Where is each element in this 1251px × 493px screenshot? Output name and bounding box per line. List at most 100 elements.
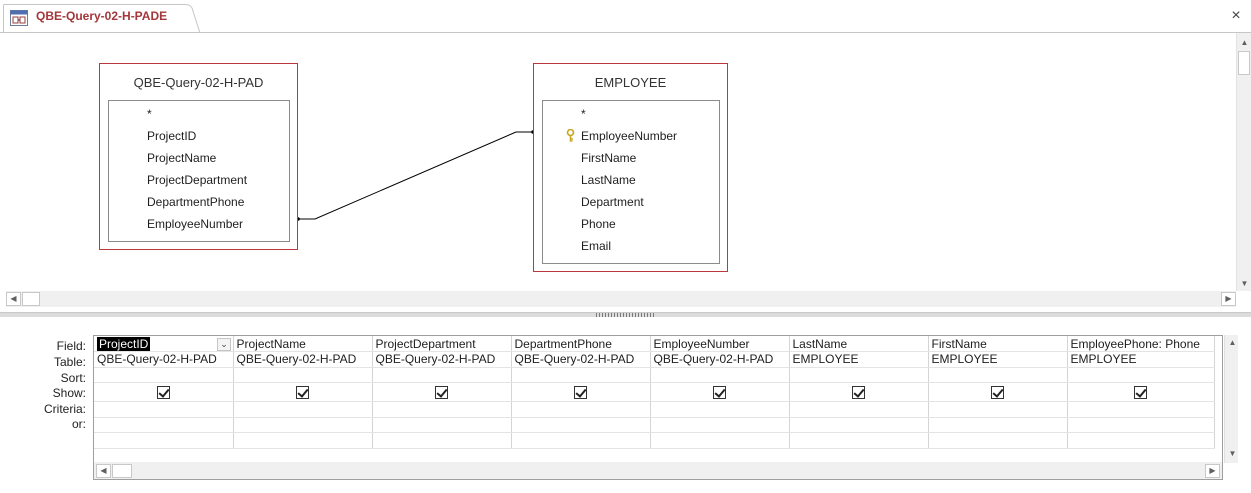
grid-cell-table[interactable]: QBE-Query-02-H-PAD bbox=[511, 351, 651, 368]
show-checkbox[interactable] bbox=[991, 386, 1004, 400]
row-label-or: or: bbox=[71, 417, 86, 431]
grid-cell-criteria[interactable] bbox=[372, 401, 512, 418]
grid-cell-or[interactable] bbox=[94, 417, 234, 434]
field-item[interactable]: ProjectName bbox=[147, 151, 216, 165]
chevron-down-icon[interactable]: ⌄ bbox=[217, 338, 231, 351]
grid-cell-blank[interactable] bbox=[94, 432, 234, 450]
pane-splitter[interactable] bbox=[0, 312, 1251, 317]
grid-vertical-scrollbar[interactable]: ▲ ▼ bbox=[1224, 335, 1238, 463]
scroll-up-icon[interactable]: ▲ bbox=[1225, 335, 1240, 350]
grid-row-criteria bbox=[94, 401, 1215, 418]
grid-cell-table[interactable]: EMPLOYEE bbox=[1067, 351, 1215, 368]
field-item[interactable]: * bbox=[147, 107, 152, 121]
scroll-right-icon[interactable]: ▶ bbox=[1221, 292, 1236, 306]
grid-cell-field[interactable]: ProjectName bbox=[233, 336, 373, 353]
scroll-up-icon[interactable]: ▲ bbox=[1237, 35, 1251, 50]
design-pane-vertical-scrollbar[interactable]: ▲ ▼ bbox=[1236, 33, 1251, 291]
grid-cell-blank[interactable] bbox=[1067, 432, 1215, 450]
grid-cell-criteria[interactable] bbox=[94, 401, 234, 418]
grid-cell-blank[interactable] bbox=[928, 432, 1068, 450]
grid-cell-table[interactable]: QBE-Query-02-H-PAD bbox=[650, 351, 790, 368]
scroll-right-icon[interactable]: ▶ bbox=[1205, 464, 1220, 478]
grid-cell-field[interactable]: EmployeeNumber bbox=[650, 336, 790, 353]
query-design-grid[interactable]: ProjectID ⌄ ProjectName ProjectDepartment… bbox=[93, 335, 1223, 463]
show-checkbox[interactable] bbox=[852, 386, 865, 400]
grid-cell-or[interactable] bbox=[928, 417, 1068, 434]
scroll-thumb[interactable] bbox=[1238, 51, 1250, 75]
grid-cell-sort[interactable] bbox=[650, 367, 790, 384]
grid-cell-table[interactable]: QBE-Query-02-H-PAD bbox=[372, 351, 512, 368]
grid-cell-criteria[interactable] bbox=[1067, 401, 1215, 418]
grid-row-sort bbox=[94, 367, 1215, 384]
field-item[interactable]: FirstName bbox=[581, 151, 636, 165]
grid-cell-field[interactable]: ProjectDepartment bbox=[372, 336, 512, 353]
field-item[interactable]: DepartmentPhone bbox=[147, 195, 244, 209]
field-item[interactable]: EmployeeNumber bbox=[581, 129, 677, 143]
grid-cell-sort[interactable] bbox=[233, 367, 373, 384]
grid-cell-field[interactable]: LastName bbox=[789, 336, 929, 353]
grid-cell-or[interactable] bbox=[233, 417, 373, 434]
scroll-left-icon[interactable]: ◀ bbox=[6, 292, 21, 306]
grid-cell-field[interactable]: ProjectID ⌄ bbox=[94, 336, 234, 353]
field-list-employee[interactable]: EMPLOYEE * EmployeeNumber FirstName Last… bbox=[533, 63, 728, 272]
scroll-thumb[interactable] bbox=[22, 292, 40, 306]
grid-cell-show bbox=[372, 382, 512, 403]
show-checkbox[interactable] bbox=[713, 386, 726, 400]
grid-cell-table[interactable]: EMPLOYEE bbox=[789, 351, 929, 368]
show-checkbox[interactable] bbox=[1134, 386, 1147, 400]
grid-cell-or[interactable] bbox=[789, 417, 929, 434]
field-value[interactable]: ProjectID bbox=[97, 336, 151, 351]
scroll-down-icon[interactable]: ▼ bbox=[1237, 276, 1251, 291]
show-checkbox[interactable] bbox=[435, 386, 448, 400]
grid-cell-blank[interactable] bbox=[511, 432, 651, 450]
grid-cell-blank[interactable] bbox=[650, 432, 790, 450]
grid-cell-criteria[interactable] bbox=[233, 401, 373, 418]
table-design-pane[interactable]: QBE-Query-02-H-PAD * ProjectID ProjectNa… bbox=[0, 33, 1236, 291]
field-item[interactable]: EmployeeNumber bbox=[147, 217, 243, 231]
show-checkbox[interactable] bbox=[574, 386, 587, 400]
field-item[interactable]: Department bbox=[581, 195, 644, 209]
splitter-grip-icon[interactable] bbox=[596, 313, 654, 317]
grid-cell-criteria[interactable] bbox=[789, 401, 929, 418]
row-label-criteria: Criteria: bbox=[43, 402, 86, 416]
grid-cell-field[interactable]: DepartmentPhone bbox=[511, 336, 651, 353]
grid-cell-or[interactable] bbox=[372, 417, 512, 434]
grid-cell-sort[interactable] bbox=[789, 367, 929, 384]
grid-cell-field[interactable]: FirstName bbox=[928, 336, 1068, 353]
grid-cell-table[interactable]: QBE-Query-02-H-PAD bbox=[233, 351, 373, 368]
grid-cell-blank[interactable] bbox=[372, 432, 512, 450]
grid-cell-sort[interactable] bbox=[511, 367, 651, 384]
grid-cell-criteria[interactable] bbox=[928, 401, 1068, 418]
grid-cell-table[interactable]: EMPLOYEE bbox=[928, 351, 1068, 368]
field-item[interactable]: Phone bbox=[581, 217, 616, 231]
grid-cell-sort[interactable] bbox=[1067, 367, 1215, 384]
grid-cell-sort[interactable] bbox=[928, 367, 1068, 384]
grid-cell-sort[interactable] bbox=[372, 367, 512, 384]
scroll-down-icon[interactable]: ▼ bbox=[1225, 446, 1240, 461]
field-list-qbe-query[interactable]: QBE-Query-02-H-PAD * ProjectID ProjectNa… bbox=[99, 63, 298, 250]
design-pane-horizontal-scrollbar[interactable]: ◀ ▶ bbox=[6, 291, 1236, 307]
show-checkbox[interactable] bbox=[156, 386, 170, 400]
show-checkbox[interactable] bbox=[296, 386, 309, 400]
field-item[interactable]: * bbox=[581, 107, 586, 121]
document-tab[interactable]: QBE-Query-02-H-PADE bbox=[3, 4, 201, 33]
grid-row-or bbox=[94, 417, 1215, 434]
grid-cell-or[interactable] bbox=[1067, 417, 1215, 434]
scroll-thumb[interactable] bbox=[112, 464, 132, 478]
grid-cell-table[interactable]: QBE-Query-02-H-PAD bbox=[94, 351, 234, 368]
grid-cell-criteria[interactable] bbox=[511, 401, 651, 418]
close-icon[interactable]: × bbox=[1229, 8, 1243, 24]
field-item[interactable]: ProjectDepartment bbox=[147, 173, 247, 187]
grid-cell-blank[interactable] bbox=[233, 432, 373, 450]
grid-cell-or[interactable] bbox=[511, 417, 651, 434]
grid-cell-or[interactable] bbox=[650, 417, 790, 434]
scroll-left-icon[interactable]: ◀ bbox=[96, 464, 111, 478]
field-item[interactable]: ProjectID bbox=[147, 129, 196, 143]
field-item[interactable]: Email bbox=[581, 239, 611, 253]
grid-cell-blank[interactable] bbox=[789, 432, 929, 450]
grid-horizontal-scrollbar[interactable]: ◀ ▶ bbox=[93, 462, 1223, 480]
grid-cell-sort[interactable] bbox=[94, 367, 234, 384]
grid-cell-field[interactable]: EmployeePhone: Phone bbox=[1067, 336, 1215, 353]
field-item[interactable]: LastName bbox=[581, 173, 636, 187]
grid-cell-criteria[interactable] bbox=[650, 401, 790, 418]
